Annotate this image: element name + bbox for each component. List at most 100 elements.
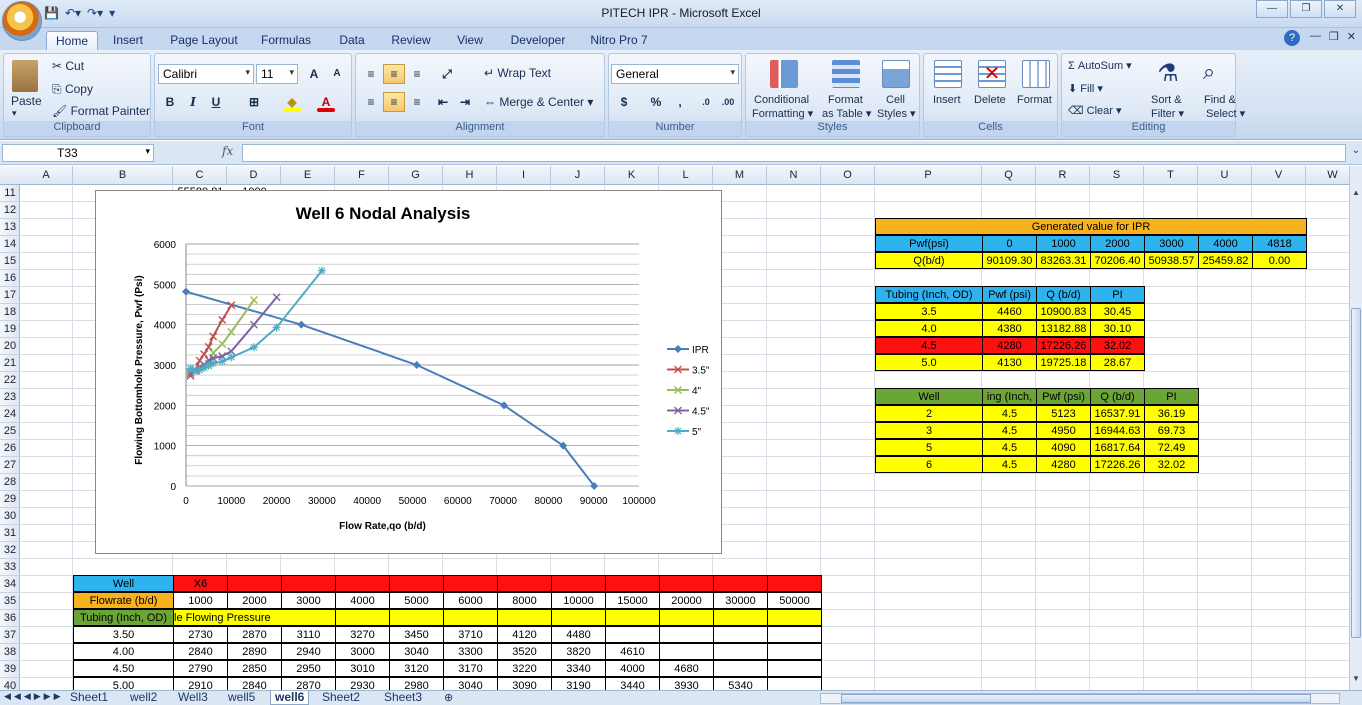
- tubing-cell[interactable]: 4460: [982, 303, 1037, 320]
- bottom-data-cell[interactable]: 2840: [173, 643, 228, 660]
- bottom-data-cell[interactable]: 2980: [389, 677, 444, 690]
- well-cell[interactable]: 3: [875, 422, 983, 439]
- increase-decimal-icon[interactable]: .0: [695, 92, 717, 112]
- well-header[interactable]: ing (Inch,: [982, 388, 1037, 405]
- row-header-20[interactable]: 20: [0, 338, 20, 355]
- ipr-q-value[interactable]: 83263.31: [1036, 252, 1091, 269]
- row-header-35[interactable]: 35: [0, 593, 20, 610]
- ribbon-close-icon[interactable]: ✕: [1347, 30, 1356, 43]
- fill-button[interactable]: ⬇ Fill ▾: [1068, 82, 1103, 95]
- tab-formulas[interactable]: Formulas: [256, 31, 316, 50]
- borders-icon[interactable]: ⊞: [243, 92, 265, 112]
- bottom-flow-value[interactable]: 2000: [227, 592, 282, 609]
- tubing-cell[interactable]: 5.0: [875, 354, 983, 371]
- bottom-well-value[interactable]: X6: [173, 575, 228, 592]
- number-format-select[interactable]: General: [611, 64, 739, 84]
- column-header-q[interactable]: Q: [982, 166, 1036, 185]
- ipr-pwf-value[interactable]: 0: [982, 235, 1037, 252]
- ipr-pwf-value[interactable]: 3000: [1144, 235, 1199, 252]
- bottom-data-cell[interactable]: 4480: [551, 626, 606, 643]
- bottom-data-cell[interactable]: 4680: [659, 660, 714, 677]
- bottom-data-cell[interactable]: 3520: [497, 643, 552, 660]
- bottom-data-cell[interactable]: 2870: [281, 677, 336, 690]
- insert-cells-icon[interactable]: [934, 60, 962, 88]
- column-header-g[interactable]: G: [389, 166, 443, 185]
- bottom-flow-label[interactable]: Flowrate (b/d): [73, 592, 174, 609]
- paste-dropdown-icon[interactable]: ▾: [12, 108, 17, 119]
- paste-button[interactable]: Paste: [11, 94, 42, 108]
- well-header[interactable]: PI: [1144, 388, 1199, 405]
- sheet-tab-well5[interactable]: well5: [224, 691, 259, 705]
- ipr-q-value[interactable]: 50938.57: [1144, 252, 1199, 269]
- bottom-data-cell[interactable]: [605, 626, 660, 643]
- bottom-data-cell[interactable]: 5.00: [73, 677, 174, 690]
- bottom-data-cell[interactable]: 5340: [713, 677, 768, 690]
- align-center-icon[interactable]: ≡: [383, 92, 405, 112]
- row-header-28[interactable]: 28: [0, 474, 20, 491]
- row-header-38[interactable]: 38: [0, 644, 20, 661]
- well-cell[interactable]: 69.73: [1144, 422, 1199, 439]
- conditional-formatting-button[interactable]: Conditional: [754, 94, 809, 106]
- bottom-pressure-blank[interactable]: [605, 609, 660, 626]
- row-header-31[interactable]: 31: [0, 525, 20, 542]
- tab-view[interactable]: View: [450, 31, 490, 50]
- format-as-table-line2[interactable]: as Table ▾: [822, 107, 871, 120]
- column-header-n[interactable]: N: [767, 166, 821, 185]
- bottom-data-cell[interactable]: 2940: [281, 643, 336, 660]
- binoculars-icon[interactable]: ⌕: [1195, 59, 1223, 89]
- bottom-data-cell[interactable]: 2910: [173, 677, 228, 690]
- bottom-pressure-blank[interactable]: [767, 609, 822, 626]
- delete-cells-button[interactable]: Delete: [974, 94, 1006, 106]
- scroll-thumb[interactable]: [1351, 308, 1361, 638]
- row-header-14[interactable]: 14: [0, 236, 20, 253]
- wrap-text-button[interactable]: ↵ Wrap Text: [484, 66, 551, 80]
- bottom-data-cell[interactable]: 3040: [443, 677, 498, 690]
- bottom-tubing-label[interactable]: Tubing (Inch, OD): [73, 609, 174, 626]
- sheet-tab-well6[interactable]: well6: [270, 691, 310, 705]
- row-header-30[interactable]: 30: [0, 508, 20, 525]
- row-header-29[interactable]: 29: [0, 491, 20, 508]
- bottom-data-cell[interactable]: [767, 677, 822, 690]
- bottom-flow-value[interactable]: 5000: [389, 592, 444, 609]
- bottom-data-cell[interactable]: 4.00: [73, 643, 174, 660]
- sheet-tab-well3[interactable]: Well3: [174, 691, 212, 705]
- ipr-pwf-value[interactable]: 4000: [1198, 235, 1253, 252]
- font-name-select[interactable]: Calibri: [158, 64, 254, 84]
- column-header-o[interactable]: O: [821, 166, 875, 185]
- bottom-flow-value[interactable]: 4000: [335, 592, 390, 609]
- bottom-well-blank[interactable]: [227, 575, 282, 592]
- row-header-13[interactable]: 13: [0, 219, 20, 236]
- tubing-cell[interactable]: 30.45: [1090, 303, 1145, 320]
- well-cell[interactable]: 5123: [1036, 405, 1091, 422]
- tab-data[interactable]: Data: [332, 31, 372, 50]
- bottom-data-cell[interactable]: [767, 643, 822, 660]
- close-button[interactable]: ✕: [1324, 0, 1356, 18]
- bottom-pressure-blank[interactable]: [551, 609, 606, 626]
- underline-button[interactable]: U: [205, 92, 227, 112]
- name-box[interactable]: T33: [2, 144, 154, 162]
- paste-icon[interactable]: [12, 60, 38, 92]
- formula-input[interactable]: [242, 144, 1346, 162]
- column-header-v[interactable]: V: [1252, 166, 1306, 185]
- sort-filter-icon[interactable]: ⚗: [1154, 59, 1182, 89]
- ipr-q-label[interactable]: Q(b/d): [875, 252, 983, 269]
- well-cell[interactable]: 4950: [1036, 422, 1091, 439]
- maximize-button[interactable]: ❐: [1290, 0, 1322, 18]
- help-icon[interactable]: ?: [1284, 30, 1300, 46]
- bottom-data-cell[interactable]: 2730: [173, 626, 228, 643]
- sheet-tab-sheet2[interactable]: Sheet2: [318, 691, 364, 705]
- office-button[interactable]: [2, 1, 42, 41]
- sort-filter-line2[interactable]: Filter ▾: [1151, 107, 1184, 120]
- scroll-up-icon[interactable]: ▲: [1351, 188, 1361, 200]
- column-header-k[interactable]: K: [605, 166, 659, 185]
- tab-insert[interactable]: Insert: [106, 31, 150, 50]
- nodal-analysis-chart[interactable]: Well 6 Nodal Analysis 0 1000 2000 3000 4000 50…: [95, 190, 722, 554]
- column-header-d[interactable]: D: [227, 166, 281, 185]
- well-cell[interactable]: 4280: [1036, 456, 1091, 473]
- column-header-i[interactable]: I: [497, 166, 551, 185]
- bottom-pressure-blank[interactable]: [659, 609, 714, 626]
- bottom-data-cell[interactable]: 3090: [497, 677, 552, 690]
- grow-font-button[interactable]: A: [303, 64, 325, 84]
- find-select-line2[interactable]: Select ▾: [1206, 107, 1245, 120]
- ribbon-minimize-icon[interactable]: —: [1310, 30, 1321, 43]
